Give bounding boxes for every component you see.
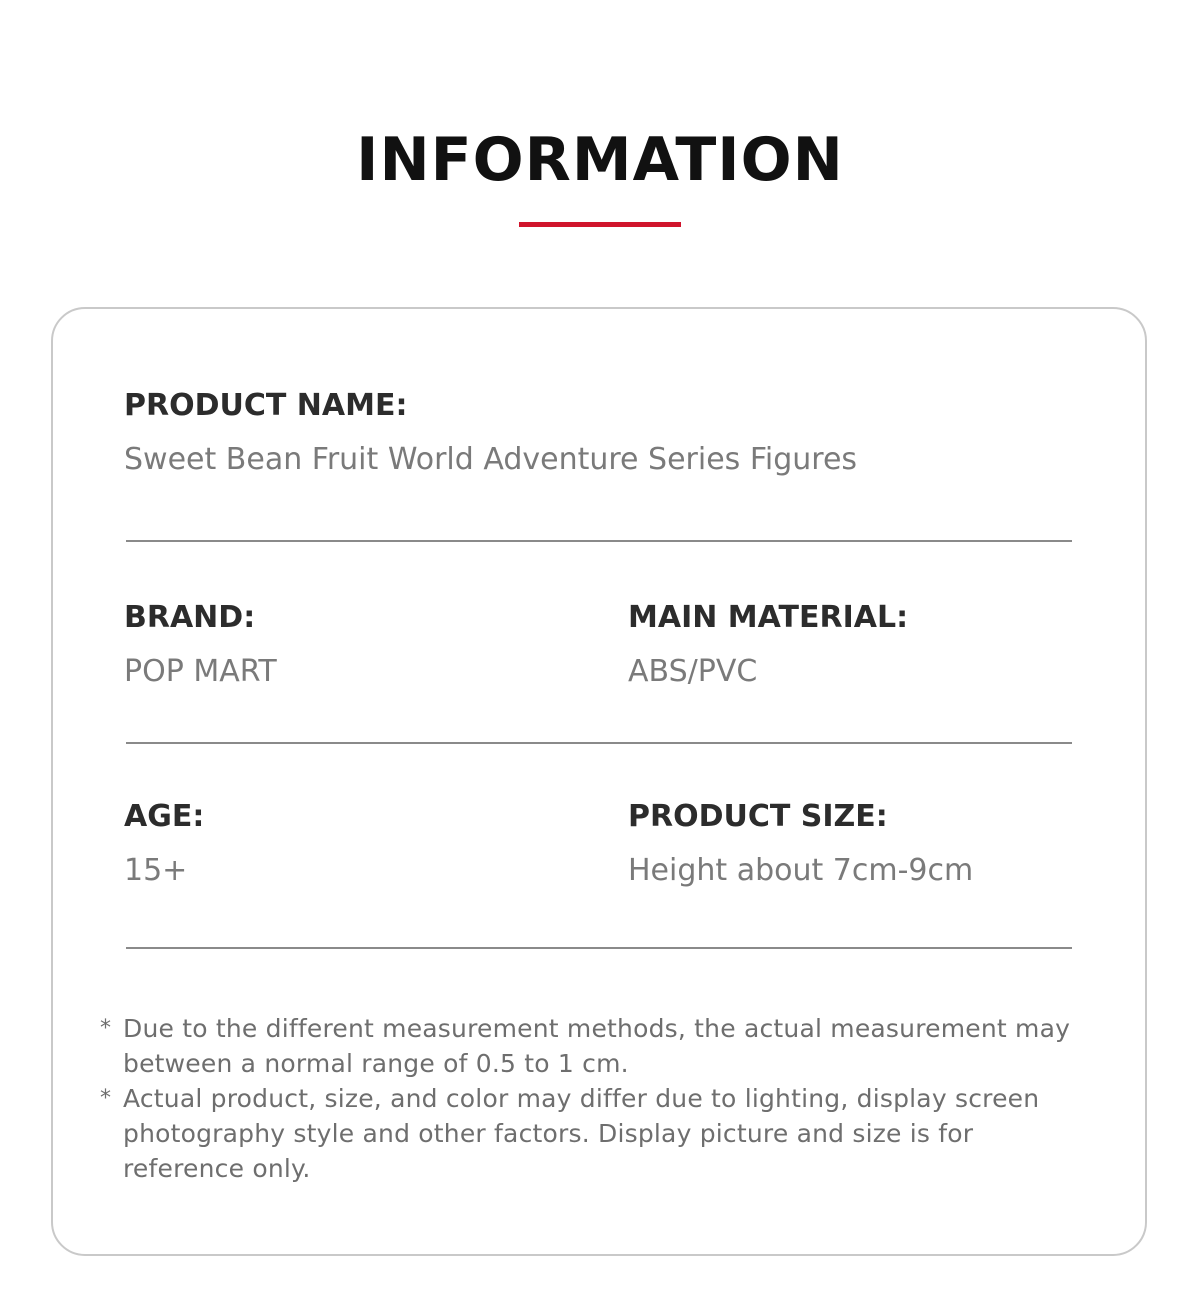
title-accent-line [519, 222, 681, 227]
disclaimer-note-text: Actual product, size, and color may diff… [123, 1084, 1040, 1183]
divider [126, 742, 1072, 744]
brand-value: POP MART [124, 654, 277, 689]
divider [126, 540, 1072, 542]
disclaimer-note-text: Due to the different measurement methods… [123, 1014, 1071, 1078]
page-title: INFORMATION [356, 125, 844, 195]
disclaimer-notes: * Due to the different measurement metho… [100, 1011, 1090, 1186]
age-value: 15+ [124, 853, 188, 888]
disclaimer-note: * Due to the different measurement metho… [100, 1011, 1090, 1081]
disclaimer-note: * Actual product, size, and color may di… [100, 1081, 1090, 1186]
divider [126, 947, 1072, 949]
product-size-label: PRODUCT SIZE: [628, 799, 888, 834]
product-name-label: PRODUCT NAME: [124, 388, 408, 423]
asterisk-icon: * [100, 1086, 112, 1111]
product-name-value: Sweet Bean Fruit World Adventure Series … [124, 442, 858, 477]
asterisk-icon: * [100, 1016, 112, 1041]
age-label: AGE: [124, 799, 205, 834]
brand-label: BRAND: [124, 600, 256, 635]
main-material-label: MAIN MATERIAL: [628, 600, 909, 635]
main-material-value: ABS/PVC [628, 654, 758, 689]
product-size-value: Height about 7cm-9cm [628, 853, 974, 888]
